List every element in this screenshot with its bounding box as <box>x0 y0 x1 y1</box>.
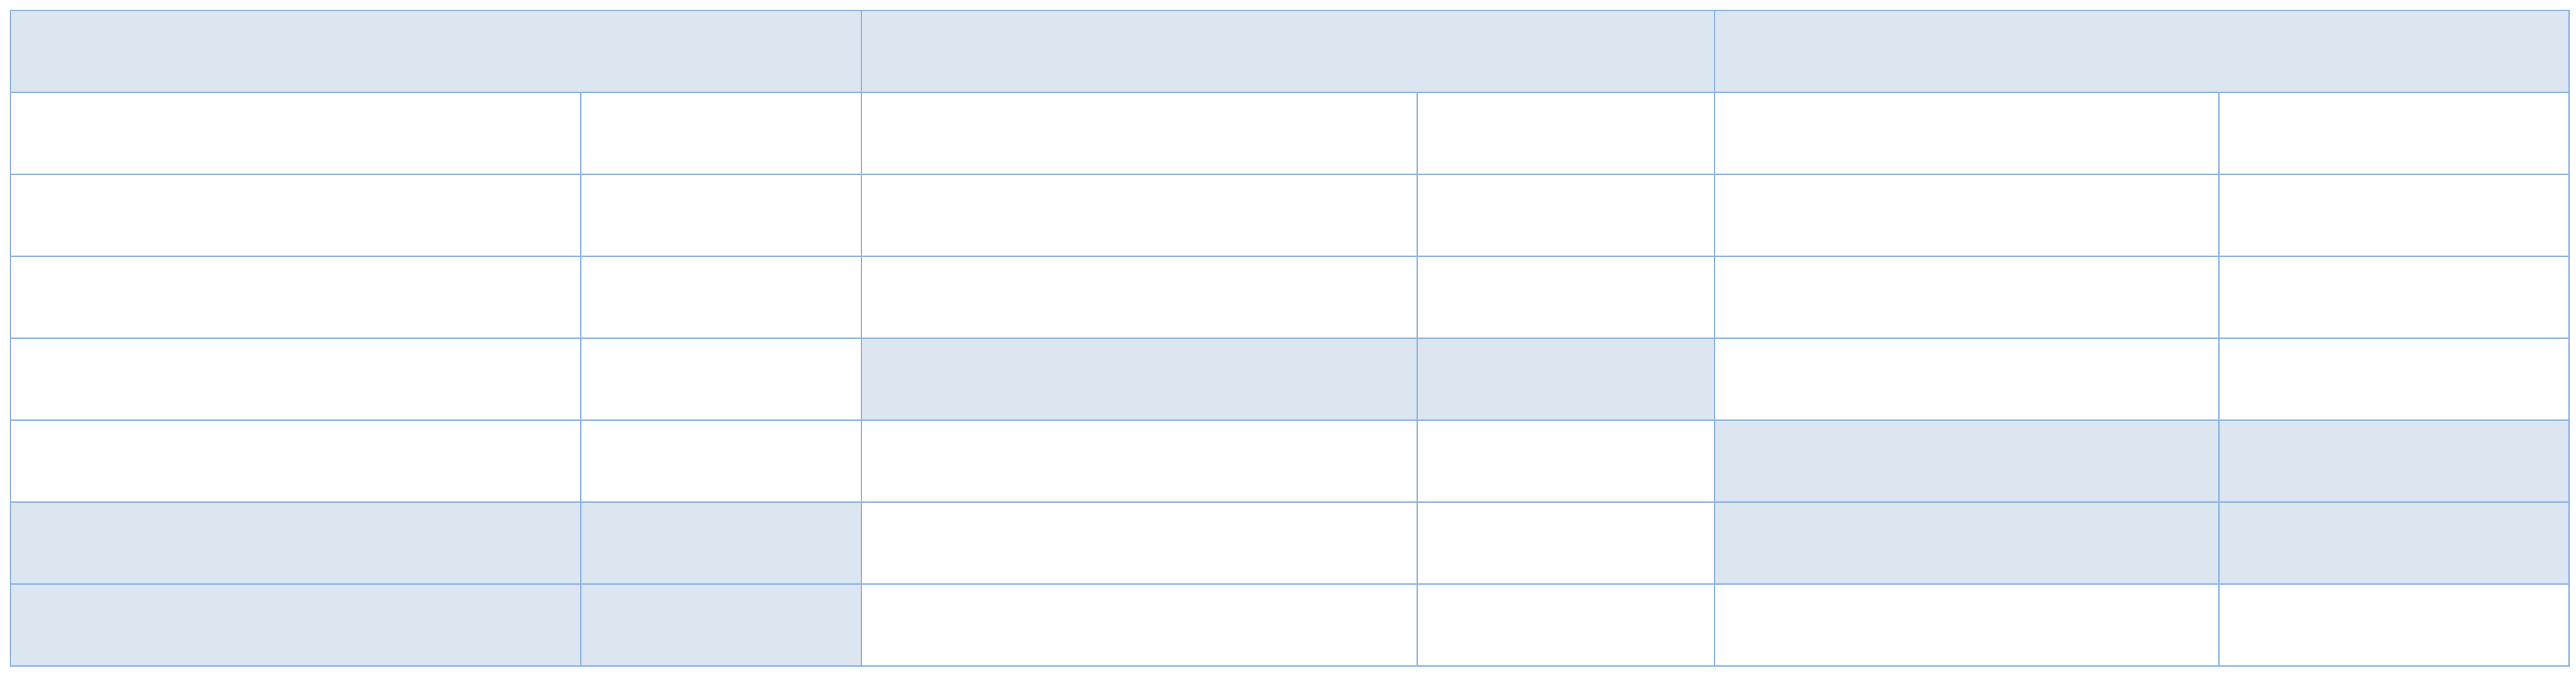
header-cell-group-2 <box>861 10 1715 93</box>
table-cell <box>861 174 1418 257</box>
table-cell <box>1417 174 1715 257</box>
table-cell <box>10 92 581 175</box>
table-row <box>10 338 2570 421</box>
table-cell <box>1714 583 2220 667</box>
table-cell <box>580 174 862 257</box>
table-cell <box>1417 256 1715 339</box>
table-cell <box>2218 256 2570 339</box>
table-cell <box>1417 501 1715 585</box>
data-table <box>10 10 2570 667</box>
table-cell <box>861 338 1418 421</box>
table-cell <box>580 338 862 421</box>
table-cell <box>2218 92 2570 175</box>
table-cell <box>1417 338 1715 421</box>
table-row <box>10 256 2570 339</box>
table-cell <box>1417 419 1715 503</box>
table-cell <box>861 419 1418 503</box>
table-cell <box>861 256 1418 339</box>
table-cell <box>1714 501 2220 585</box>
table-cell <box>861 583 1418 667</box>
table-cell <box>2218 583 2570 667</box>
table-cell <box>1714 419 2220 503</box>
table-cell <box>580 583 862 667</box>
table-cell <box>1417 92 1715 175</box>
table-cell <box>10 419 581 503</box>
header-cell-group-3 <box>1714 10 2570 93</box>
header-cell-group-1 <box>10 10 862 93</box>
table-cell <box>10 338 581 421</box>
table-cell <box>580 501 862 585</box>
header-row <box>10 10 2570 93</box>
table-cell <box>1714 338 2220 421</box>
table-row <box>10 583 2570 667</box>
table-cell <box>10 174 581 257</box>
table-cell <box>10 501 581 585</box>
table-cell <box>580 256 862 339</box>
table-row <box>10 419 2570 503</box>
table-cell <box>10 583 581 667</box>
table-cell <box>861 92 1418 175</box>
table-row <box>10 174 2570 257</box>
table-cell <box>2218 338 2570 421</box>
table-cell <box>1714 92 2220 175</box>
table-cell <box>10 256 581 339</box>
table-cell <box>1714 256 2220 339</box>
table-cell <box>2218 174 2570 257</box>
table-row <box>10 501 2570 585</box>
table-cell <box>1417 583 1715 667</box>
table-row <box>10 92 2570 175</box>
table-cell <box>2218 419 2570 503</box>
table-cell <box>580 419 862 503</box>
table-cell <box>2218 501 2570 585</box>
table-cell <box>1714 174 2220 257</box>
table-cell <box>861 501 1418 585</box>
table-cell <box>580 92 862 175</box>
